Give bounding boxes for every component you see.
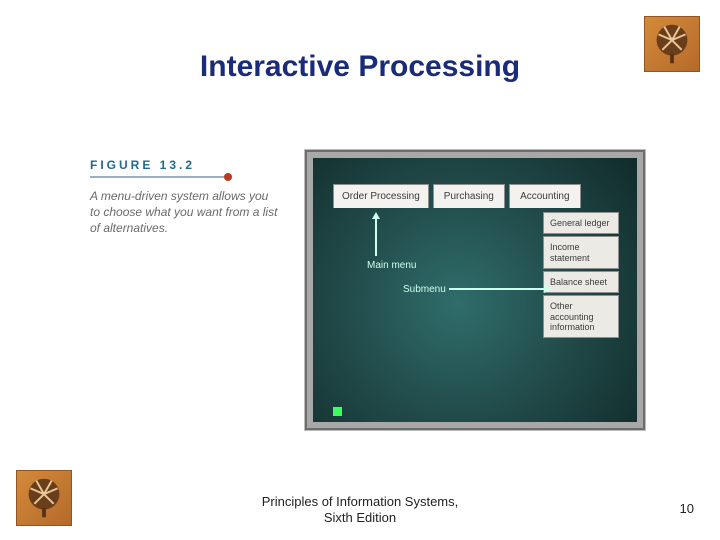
submenu-list: General ledger Income statement Balance … (543, 212, 619, 338)
submenu-item: Income statement (543, 236, 619, 269)
tab-order-processing: Order Processing (333, 184, 429, 208)
tab-purchasing: Purchasing (433, 184, 505, 208)
main-menu-tabs: Order Processing Purchasing Accounting (333, 184, 581, 208)
footer-line1: Principles of Information Systems, (262, 494, 459, 509)
label-submenu: Submenu (403, 284, 446, 295)
slide-footer: Principles of Information Systems, Sixth… (0, 494, 720, 527)
footer-line2: Sixth Edition (324, 510, 396, 525)
tab-accounting: Accounting (509, 184, 581, 208)
submenu-item: Other accounting information (543, 295, 619, 338)
presence-indicator (333, 407, 342, 416)
page-number: 10 (680, 501, 694, 516)
slide-title: Interactive Processing (0, 50, 720, 84)
figure-description: A menu-driven system allows you to choos… (90, 188, 280, 237)
arrow-submenu (449, 288, 545, 290)
menu-diagram: Order Processing Purchasing Accounting G… (305, 150, 645, 430)
label-main-menu: Main menu (367, 260, 416, 271)
figure-rule (90, 176, 230, 178)
submenu-item: Balance sheet (543, 271, 619, 293)
arrow-main-menu (375, 218, 377, 256)
submenu-item: General ledger (543, 212, 619, 234)
slide: Interactive Processing FIGURE 13.2 A men… (0, 0, 720, 540)
figure-label: FIGURE 13.2 (90, 158, 280, 172)
figure-caption: FIGURE 13.2 A menu-driven system allows … (90, 158, 280, 237)
